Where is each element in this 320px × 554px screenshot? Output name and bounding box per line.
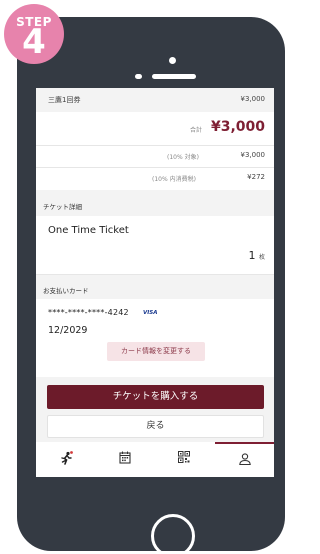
ticket-name: 三鷹1回券 — [48, 96, 81, 104]
app-screen: 三鷹1回券 ¥3,000 合計 ¥3,000 (10% 対象) ¥3,000 (… — [36, 88, 274, 477]
total-row: 合計 ¥3,000 — [36, 115, 274, 143]
speaker-dot — [135, 74, 142, 79]
payment-card-header: お支払いカード — [36, 274, 274, 299]
step-badge: STEP 4 — [4, 4, 64, 64]
tab-bar — [36, 442, 274, 477]
ticket-price-row: 三鷹1回券 ¥3,000 — [36, 88, 274, 112]
calendar-icon — [118, 451, 131, 464]
back-button[interactable]: 戻る — [47, 415, 264, 438]
card-number: ****-****-****-4242 — [48, 308, 129, 317]
user-icon — [238, 453, 251, 465]
tab-activity[interactable] — [36, 442, 95, 477]
camera-dot — [169, 57, 176, 64]
tax-target-label: (10% 対象) — [167, 154, 199, 161]
tax-inclusive-label: (10% 内消費税) — [152, 176, 196, 183]
product-row: One Time Ticket 1 枚 — [36, 216, 274, 274]
total-price: ¥3,000 — [210, 119, 265, 135]
quantity-unit: 枚 — [258, 254, 265, 261]
tab-qr-code[interactable] — [154, 442, 213, 477]
total-label: 合計 — [190, 127, 203, 134]
runner-icon — [60, 451, 73, 465]
quantity-value: 1 — [248, 249, 256, 262]
tax-target-amount: ¥3,000 — [240, 151, 266, 159]
change-card-button[interactable]: カード情報を変更する — [107, 342, 205, 361]
buy-ticket-button[interactable]: チケットを購入する — [47, 385, 264, 409]
qr-code-icon — [177, 451, 190, 463]
card-expiry: 12/2029 — [48, 325, 88, 336]
actions-area: チケットを購入する 戻る — [36, 377, 274, 442]
ticket-price: ¥3,000 — [240, 95, 266, 103]
payment-card-info: ****-****-****-4242 VISA 12/2029 カード情報を変… — [36, 299, 274, 377]
ticket-detail-title: チケット詳細 — [43, 203, 82, 211]
tax-inclusive-amount: ¥272 — [247, 173, 265, 181]
product-name: One Time Ticket — [48, 225, 129, 236]
step-number: 4 — [22, 22, 46, 62]
tax-inclusive-row: (10% 内消費税) ¥272 — [36, 167, 274, 187]
tax-target-row: (10% 対象) ¥3,000 — [36, 145, 274, 165]
product-quantity: 1 枚 — [248, 249, 265, 262]
ticket-detail-header: チケット詳細 — [36, 190, 274, 216]
payment-card-title: お支払いカード — [43, 287, 89, 295]
tab-calendar[interactable] — [95, 442, 154, 477]
home-button — [151, 514, 195, 554]
tab-user[interactable] — [215, 442, 274, 477]
visa-brand-icon: VISA — [143, 310, 158, 316]
speaker-grille — [152, 74, 196, 79]
